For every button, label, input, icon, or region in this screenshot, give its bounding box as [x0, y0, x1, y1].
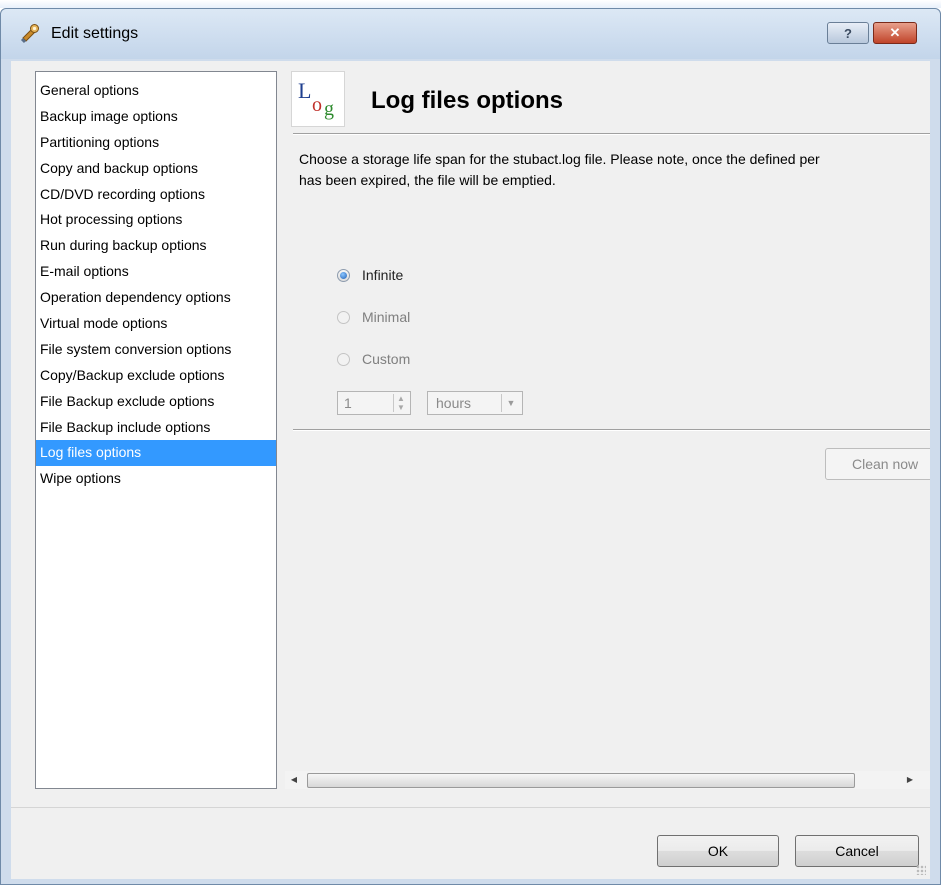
ok-button[interactable]: OK [657, 835, 779, 867]
chevron-down-icon[interactable]: ▼ [501, 394, 520, 412]
nav-item[interactable]: Log files options [36, 440, 276, 467]
nav-item[interactable]: File system conversion options [36, 337, 276, 363]
nav-item[interactable]: E-mail options [36, 259, 276, 285]
nav-item[interactable]: File Backup exclude options [36, 389, 276, 415]
radio-custom[interactable]: Custom [337, 349, 410, 369]
horizontal-scrollbar[interactable]: ◀ ▶ [285, 771, 930, 789]
nav-item[interactable]: CD/DVD recording options [36, 182, 276, 208]
options-category-list[interactable]: General options Backup image options Parti… [35, 71, 277, 789]
log-logo-icon: Log [291, 71, 345, 127]
radio-infinite[interactable]: Infinite [337, 265, 403, 285]
stepper-arrows-icon[interactable]: ▲ ▼ [393, 394, 408, 412]
help-button[interactable]: ? [827, 22, 869, 44]
radio-checked-icon[interactable] [337, 268, 350, 282]
settings-wrench-icon [20, 24, 39, 44]
nav-item[interactable]: File Backup include options [36, 415, 276, 441]
edit-settings-dialog: Edit settings ? ✕ General options Backup … [0, 8, 941, 885]
scrollbar-thumb[interactable] [307, 773, 855, 788]
radio-minimal[interactable]: Minimal [337, 307, 410, 327]
scroll-right-icon[interactable]: ▶ [903, 773, 917, 787]
nav-item[interactable]: Wipe options [36, 466, 276, 492]
clean-now-button[interactable]: Clean now [825, 448, 930, 480]
radio-custom-label: Custom [362, 351, 411, 367]
nav-item[interactable]: Operation dependency options [36, 285, 276, 311]
nav-item[interactable]: Run during backup options [36, 233, 276, 259]
nav-item[interactable]: Partitioning options [36, 130, 276, 156]
page-title: Log files options [371, 87, 563, 114]
resize-grip-icon[interactable] [916, 865, 926, 875]
scroll-left-icon[interactable]: ◀ [287, 773, 301, 787]
custom-unit-value: hours [436, 395, 472, 411]
nav-item[interactable]: Hot processing options [36, 207, 276, 233]
cancel-button[interactable]: Cancel [795, 835, 919, 867]
nav-item[interactable]: Backup image options [36, 104, 276, 130]
custom-unit-select[interactable]: hours ▼ [427, 391, 523, 415]
dialog-client-area: General options Backup image options Parti… [11, 61, 930, 879]
title-bar[interactable]: Edit settings ? ✕ [1, 9, 940, 59]
window-title: Edit settings [51, 25, 139, 42]
nav-item[interactable]: Copy/Backup exclude options [36, 363, 276, 389]
log-files-options-panel: Log Log files options Choose a storage l… [283, 71, 930, 771]
footer-divider [11, 807, 930, 808]
description-text: Choose a storage life span for the stuba… [299, 149, 930, 191]
nav-item[interactable]: Copy and backup options [36, 156, 276, 182]
options-divider [293, 429, 930, 430]
nav-item[interactable]: General options [36, 78, 276, 104]
custom-value-stepper[interactable]: 1 ▲ ▼ [337, 391, 411, 415]
close-button[interactable]: ✕ [873, 22, 917, 44]
radio-unchecked-icon[interactable] [337, 310, 350, 324]
custom-value: 1 [344, 395, 352, 411]
page-background-strip [0, 0, 941, 8]
nav-item[interactable]: Virtual mode options [36, 311, 276, 337]
header-divider [293, 133, 930, 134]
radio-minimal-label: Minimal [362, 309, 411, 325]
radio-unchecked-icon[interactable] [337, 352, 350, 366]
close-icon: ✕ [889, 25, 901, 40]
help-icon: ? [844, 25, 852, 41]
radio-infinite-label: Infinite [362, 267, 404, 283]
description-line-1: Choose a storage life span for the stuba… [299, 151, 820, 167]
description-line-2: has been expired, the file will be empti… [299, 172, 556, 188]
